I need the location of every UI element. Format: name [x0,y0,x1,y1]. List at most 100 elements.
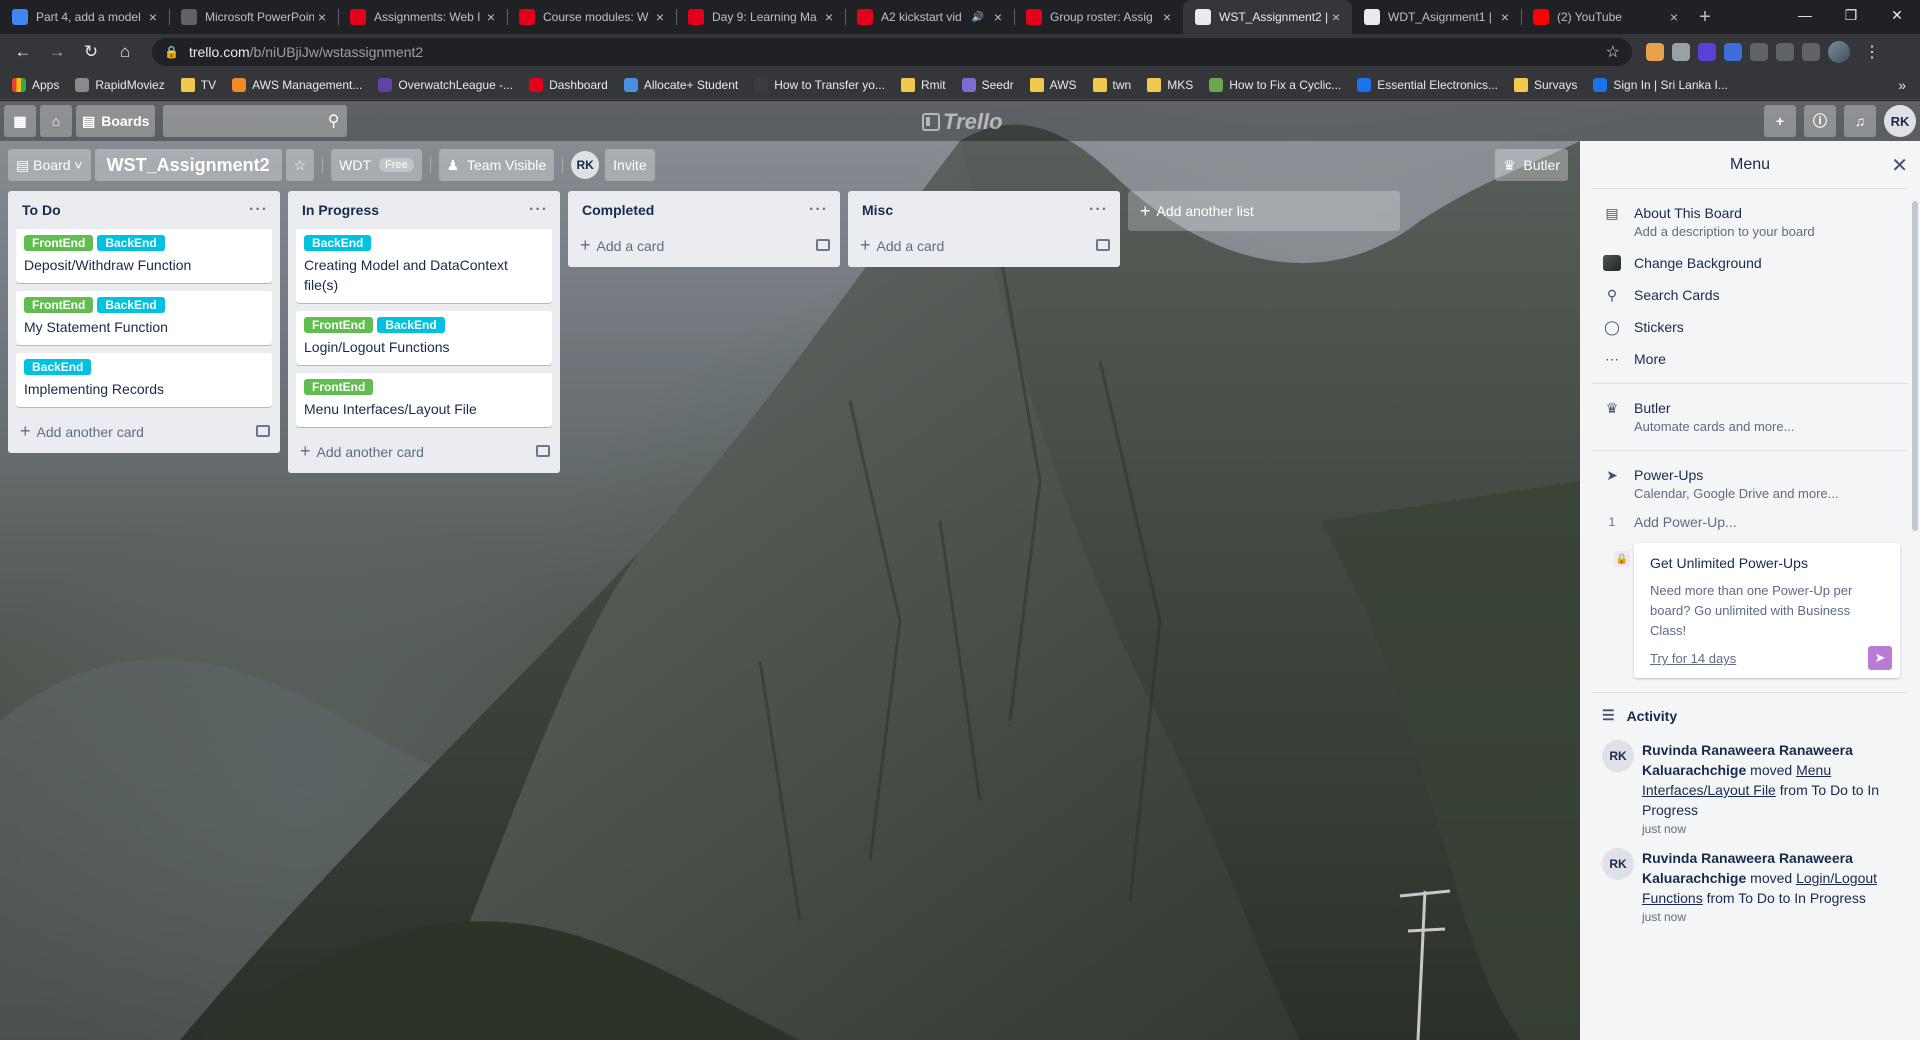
close-tab-icon[interactable]: × [1666,9,1682,25]
info-button[interactable]: ⓘ [1804,105,1836,137]
browser-tab[interactable]: WDT_Asignment1 | × [1352,0,1521,34]
browser-tab[interactable]: (2) YouTube × [1521,0,1690,34]
puzzle-icon[interactable] [1776,43,1794,61]
browser-tab[interactable]: A2 kickstart vid 🔊 × [845,0,1014,34]
apps-grid-button[interactable]: ▦ [4,105,36,137]
bookmark-star-icon[interactable]: ☆ [1606,42,1620,62]
browser-tab[interactable]: Part 4, add a model × [0,0,169,34]
trello-logo[interactable]: Trello [922,109,1003,135]
bookmark-item[interactable]: AWS Management... [232,77,362,92]
bookmark-item[interactable]: TV [180,77,216,92]
add-card-button[interactable]: + Add another card [288,435,560,467]
browser-tab[interactable]: Microsoft PowerPoint × [169,0,338,34]
minimize-icon[interactable]: — [1782,0,1828,30]
card-label[interactable]: BackEnd [97,235,165,251]
bookmark-item[interactable]: Apps [12,77,59,92]
card-template-icon[interactable] [1096,239,1110,251]
card-template-icon[interactable] [256,425,270,437]
close-tab-icon[interactable]: × [145,9,161,25]
star-board-button[interactable]: ☆ [285,149,315,181]
card-label[interactable]: FrontEnd [24,235,94,251]
bookmark-item[interactable]: Survays [1513,77,1577,92]
close-window-icon[interactable]: ✕ [1874,0,1920,30]
bookmark-item[interactable]: Allocate+ Student [623,77,738,92]
menu-item-stickers[interactable]: ◯ Stickers [1592,311,1908,343]
board-title[interactable]: WST_Assignment2 [94,149,282,181]
list-title[interactable]: To Do [22,202,61,218]
add-another-list-button[interactable]: + Add another list [1128,191,1400,231]
more-bookmarks-icon[interactable]: » [1898,77,1906,93]
bookmark-item[interactable]: AWS [1029,77,1077,92]
extension-icon[interactable] [1724,43,1742,61]
close-icon[interactable]: ✕ [1891,153,1908,178]
menu-item-about[interactable]: ▤ About This Board Add a description to … [1592,197,1908,247]
menu-item-change-background[interactable]: Change Background [1592,247,1908,279]
extension-icon[interactable] [1646,43,1664,61]
card-template-icon[interactable] [816,239,830,251]
list-menu-icon[interactable]: ··· [809,201,828,219]
browser-menu-icon[interactable]: ⋮ [1864,42,1880,62]
bookmark-item[interactable]: Essential Electronics... [1357,77,1498,92]
member-avatar[interactable]: RK [1602,848,1634,880]
close-tab-icon[interactable]: × [1328,9,1344,25]
home-button[interactable]: ⌂ [40,105,72,137]
list-title[interactable]: Completed [582,202,654,218]
bookmark-item[interactable]: OverwatchLeague -... [378,77,513,92]
extension-icon[interactable] [1750,43,1768,61]
card-label[interactable]: FrontEnd [304,317,374,333]
menu-scrollbar[interactable] [1912,201,1918,531]
address-bar[interactable]: 🔒 trello.com/b/niUBjiJw/wstassignment2 ☆ [152,38,1632,66]
menu-item-more[interactable]: ⋯ More [1592,343,1908,375]
try-trial-link[interactable]: Try for 14 days [1650,651,1884,666]
team-button[interactable]: WDT Free [331,149,422,181]
list-title[interactable]: In Progress [302,202,379,218]
back-icon[interactable]: ← [8,37,38,67]
extension-icon[interactable] [1672,43,1690,61]
close-tab-icon[interactable]: × [990,9,1006,25]
card[interactable]: FrontEnd BackEnd Deposit/Withdraw Function [16,229,272,283]
card[interactable]: BackEnd Creating Model and DataContext fi… [296,229,552,303]
bookmark-item[interactable]: Dashboard [529,77,608,92]
add-power-up-item[interactable]: 1 Add Power-Up... [1592,509,1908,535]
browser-tab[interactable]: WST_Assignment2 | × [1183,0,1352,34]
reload-icon[interactable]: ↻ [76,37,106,67]
menu-item-power-ups[interactable]: ➤ Power-Ups Calendar, Google Drive and m… [1592,459,1908,509]
list-menu-icon[interactable]: ··· [1089,201,1108,219]
new-tab-button[interactable]: + [1690,0,1720,34]
browser-tab[interactable]: Group roster: Assig × [1014,0,1183,34]
notifications-button[interactable]: ♫ [1844,105,1876,137]
card-label[interactable]: BackEnd [304,235,372,251]
create-button[interactable]: + [1764,105,1796,137]
close-tab-icon[interactable]: × [1497,9,1513,25]
bookmark-item[interactable]: RapidMoviez [75,77,165,92]
home-icon[interactable]: ⌂ [110,37,140,67]
reading-list-icon[interactable] [1802,43,1820,61]
browser-tab[interactable]: Day 9: Learning Ma × [676,0,845,34]
send-icon[interactable]: ➤ [1868,646,1892,670]
close-tab-icon[interactable]: × [1159,9,1175,25]
profile-avatar[interactable] [1828,41,1850,63]
bookmark-item[interactable]: Sign In | Sri Lanka I... [1593,77,1728,92]
card-label[interactable]: BackEnd [377,317,445,333]
close-tab-icon[interactable]: × [652,9,668,25]
boards-button[interactable]: ▤ Boards [76,105,156,137]
bookmark-item[interactable]: twn [1092,77,1131,92]
member-avatar[interactable]: RK [1602,740,1634,772]
bookmark-item[interactable]: How to Fix a Cyclic... [1209,77,1341,92]
restore-icon[interactable]: ❐ [1828,0,1874,30]
bookmark-item[interactable]: Seedr [961,77,1014,92]
card-label[interactable]: BackEnd [97,297,165,313]
card-label[interactable]: FrontEnd [24,297,94,313]
browser-tab[interactable]: Assignments: Web I × [338,0,507,34]
add-card-button[interactable]: + Add a card [848,229,1120,261]
butler-button[interactable]: ♛ Butler [1495,149,1568,181]
add-card-button[interactable]: + Add another card [8,415,280,447]
menu-item-search-cards[interactable]: ⚲ Search Cards [1592,279,1908,311]
bookmark-item[interactable]: MKS [1147,77,1193,92]
board-view-switcher[interactable]: ▤ Board ˅ [8,149,91,181]
board-member-avatar[interactable]: RK [571,151,600,179]
card[interactable]: FrontEnd BackEnd My Statement Function [16,291,272,345]
add-card-button[interactable]: + Add a card [568,229,840,261]
browser-tab[interactable]: Course modules: W × [507,0,676,34]
card[interactable]: FrontEnd Menu Interfaces/Layout File [296,373,552,427]
